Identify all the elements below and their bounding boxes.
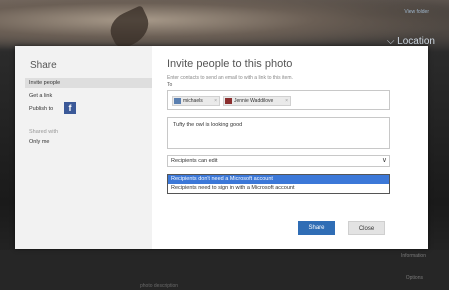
- sidebar-title: Share: [30, 60, 57, 71]
- instructions-text: Enter contacts to send an email to with …: [167, 75, 293, 81]
- avatar-icon: [225, 98, 232, 104]
- photo-description: photo description: [140, 283, 179, 289]
- share-dialog: Share Invite people Get a link Publish t…: [15, 46, 428, 249]
- share-sidebar: Share Invite people Get a link Publish t…: [15, 46, 152, 249]
- information-link[interactable]: Information: [401, 253, 426, 259]
- options-link[interactable]: Options: [406, 275, 423, 281]
- recipient-name: michaels: [183, 98, 203, 104]
- to-label: To: [167, 82, 173, 88]
- signin-options-list[interactable]: Recipients don't need a Microsoft accoun…: [167, 174, 390, 194]
- permission-select-value: Recipients can edit: [171, 158, 218, 164]
- recipients-field[interactable]: michaels × Jennie Waddilove ×: [167, 90, 390, 110]
- message-textarea[interactable]: Tufty the owl is looking good: [167, 117, 390, 149]
- photo-image-area: [0, 0, 449, 50]
- view-folder-link[interactable]: View folder: [404, 9, 429, 15]
- recipient-name: Jennie Waddilove: [234, 98, 274, 104]
- sidebar-item-invite-people[interactable]: Invite people: [25, 78, 152, 88]
- photo-info-strip: [0, 250, 449, 290]
- option-signin-required[interactable]: Recipients need to sign in with a Micros…: [168, 184, 389, 193]
- recipient-chip[interactable]: michaels ×: [172, 96, 220, 106]
- sidebar-item-publish-to[interactable]: Publish to: [29, 106, 53, 112]
- facebook-icon[interactable]: f: [64, 102, 76, 114]
- close-button[interactable]: Close: [348, 221, 385, 235]
- option-no-account-needed[interactable]: Recipients don't need a Microsoft accoun…: [168, 175, 389, 184]
- sidebar-item-get-a-link[interactable]: Get a link: [29, 93, 52, 99]
- share-button[interactable]: Share: [298, 221, 335, 235]
- chevron-down-icon: ∨: [381, 157, 387, 164]
- remove-recipient-icon[interactable]: ×: [285, 97, 288, 105]
- remove-recipient-icon[interactable]: ×: [214, 97, 217, 105]
- permission-select[interactable]: Recipients can edit ∨: [167, 155, 390, 167]
- recipient-chip[interactable]: Jennie Waddilove ×: [223, 96, 291, 106]
- dialog-title: Invite people to this photo: [167, 58, 293, 70]
- avatar-icon: [174, 98, 181, 104]
- shared-with-heading: Shared with: [29, 129, 59, 135]
- shared-with-value: Only me: [29, 139, 50, 145]
